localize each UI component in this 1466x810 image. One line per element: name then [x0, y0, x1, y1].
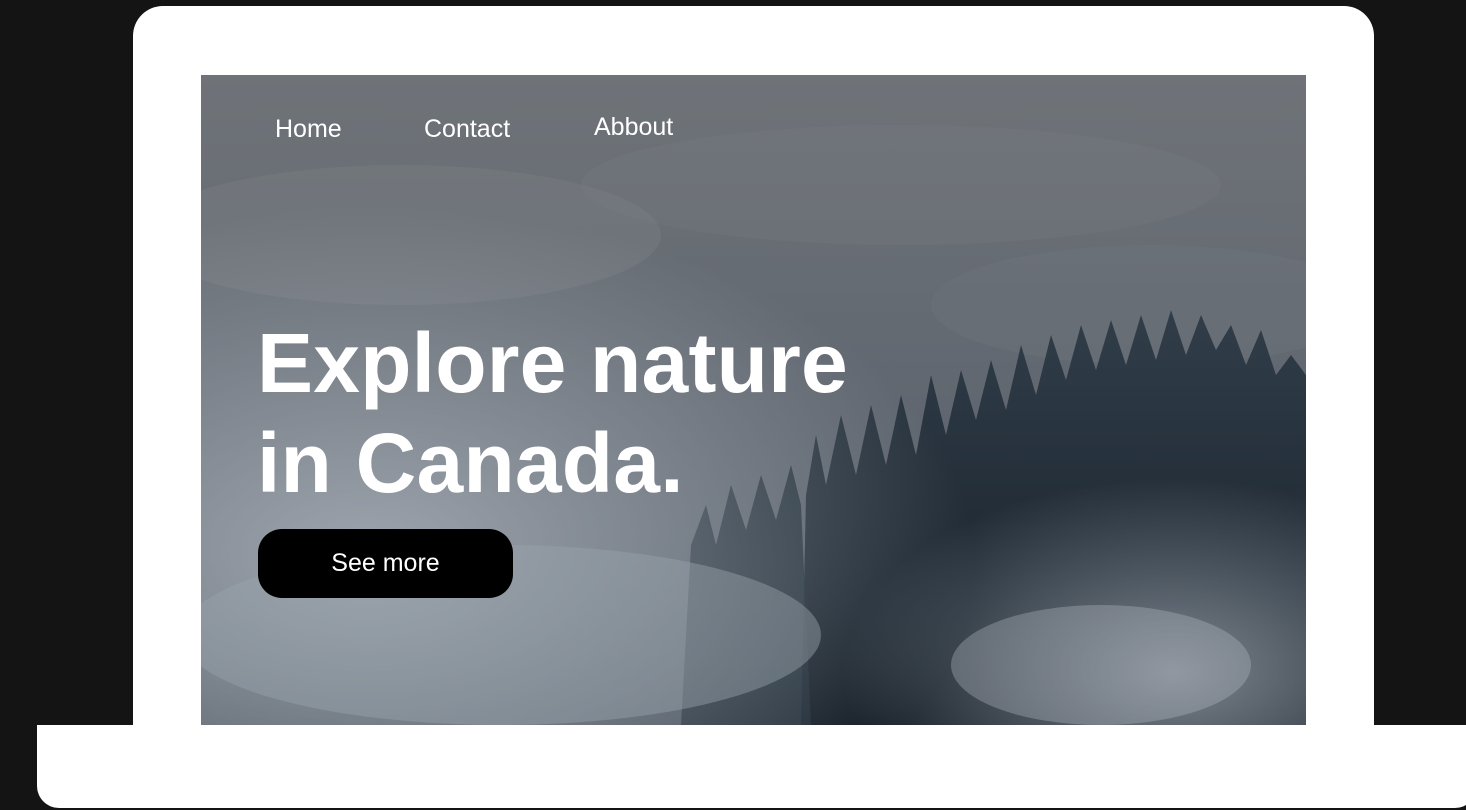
nav-link-home[interactable]: Home: [275, 114, 342, 144]
hero-headline: Explore nature in Canada.: [257, 313, 848, 513]
hero-headline-line-1: Explore nature: [257, 316, 848, 410]
laptop-screen: Home Contact Abbout Explore nature in Ca…: [201, 75, 1306, 725]
see-more-button[interactable]: See more: [258, 529, 513, 598]
device-mockup-stage: Home Contact Abbout Explore nature in Ca…: [0, 0, 1466, 810]
laptop-base: [37, 725, 1466, 808]
hero-headline-line-2: in Canada.: [257, 416, 684, 510]
nav-link-about[interactable]: Abbout: [594, 112, 673, 142]
nav-link-contact[interactable]: Contact: [424, 114, 510, 144]
